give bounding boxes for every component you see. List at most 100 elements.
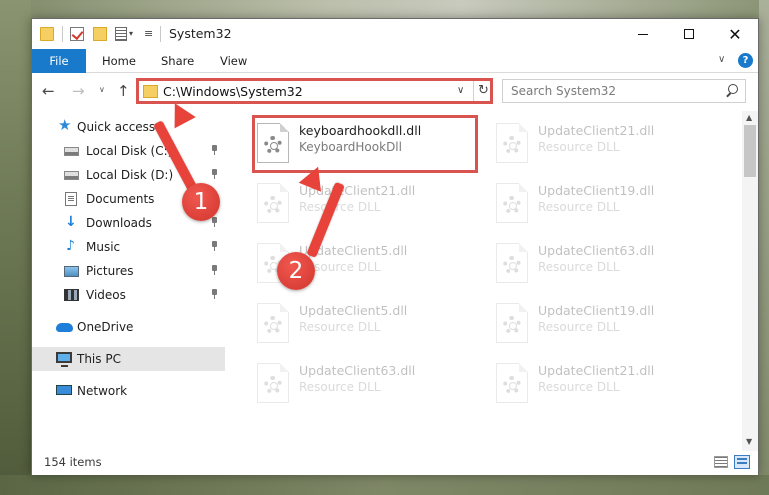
- sidebar-item-videos[interactable]: Videos: [32, 283, 225, 307]
- properties-check-icon[interactable]: [70, 27, 84, 41]
- close-button[interactable]: ✕: [712, 19, 758, 49]
- gear-icon: [503, 316, 521, 334]
- file-type: Resource DLL: [299, 320, 381, 334]
- dll-file-icon: [257, 183, 289, 223]
- file-type: Resource DLL: [538, 260, 620, 274]
- sidebar-item-this-pc[interactable]: This PC: [32, 347, 225, 371]
- sidebar-item-music[interactable]: ♪ Music: [32, 235, 225, 259]
- folder-icon: [143, 85, 158, 98]
- gear-icon: [503, 256, 521, 274]
- recent-locations-icon[interactable]: ∨: [99, 85, 105, 94]
- desktop-background-bottom: [0, 475, 769, 495]
- computer-icon: [56, 352, 72, 367]
- new-folder-icon[interactable]: [93, 27, 107, 41]
- sidebar-item-label: Downloads: [86, 216, 152, 230]
- forward-arrow-icon[interactable]: →: [72, 82, 85, 100]
- search-icon[interactable]: [725, 84, 739, 98]
- sidebar-item-pictures[interactable]: Pictures: [32, 259, 225, 283]
- documents-icon: [65, 192, 77, 206]
- music-icon: ♪: [66, 238, 75, 254]
- file-name: UpdateClient63.dll: [299, 363, 416, 378]
- large-icons-view-icon[interactable]: [734, 455, 750, 469]
- cloud-icon: [56, 323, 73, 332]
- file-name: UpdateClient5.dll: [299, 303, 408, 318]
- file-item[interactable]: UpdateClient19.dll Resource DLL: [492, 298, 722, 354]
- sidebar-item-local-disk-c[interactable]: Local Disk (C:): [32, 139, 225, 163]
- customize-toolbar-icon[interactable]: ≡: [144, 27, 153, 40]
- file-item[interactable]: UpdateClient5.dll Resource DLL: [253, 298, 483, 354]
- file-item[interactable]: UpdateClient21.dll Resource DLL: [253, 178, 483, 234]
- tab-home[interactable]: Home: [102, 54, 136, 68]
- address-bar[interactable]: C:\Windows\System32 ∨ ↻: [136, 78, 493, 104]
- scroll-down-icon[interactable]: ▼: [746, 437, 752, 446]
- address-dropdown-icon[interactable]: ∨: [457, 85, 464, 96]
- up-arrow-icon[interactable]: ↑: [117, 82, 130, 100]
- maximize-button[interactable]: [666, 19, 712, 49]
- tab-file[interactable]: File: [32, 49, 86, 73]
- ribbon: File Home Share View ∨ ?: [32, 49, 758, 73]
- sidebar-item-quick-access[interactable]: ★ Quick access: [32, 115, 225, 139]
- search-box[interactable]: [502, 79, 746, 103]
- dll-file-icon: [496, 183, 528, 223]
- status-bar: 154 items: [32, 451, 758, 475]
- scrollbar-thumb[interactable]: [744, 125, 756, 177]
- sidebar-item-network[interactable]: Network: [32, 379, 225, 403]
- gear-icon: [503, 196, 521, 214]
- scroll-up-icon[interactable]: ▲: [746, 113, 752, 122]
- pin-icon: [211, 217, 219, 227]
- file-explorer-window: ▾ ≡ System32 ✕ File Home Share View ∨ ? …: [31, 18, 759, 475]
- gear-icon: [264, 316, 282, 334]
- toolbar-divider: [160, 26, 161, 42]
- sidebar-item-label: Quick access: [77, 120, 156, 134]
- gear-icon: [503, 376, 521, 394]
- dll-file-icon: [496, 243, 528, 283]
- file-type: Resource DLL: [538, 200, 620, 214]
- sidebar-item-label: Local Disk (D:): [86, 168, 174, 182]
- file-type: Resource DLL: [538, 140, 620, 154]
- dll-file-icon: [257, 303, 289, 343]
- download-icon: ↓: [65, 214, 77, 230]
- item-count: 154 items: [44, 455, 102, 469]
- help-icon[interactable]: ?: [738, 53, 753, 68]
- pin-icon: [211, 169, 219, 179]
- window-title: System32: [169, 26, 232, 41]
- sidebar-item-label: Documents: [86, 192, 155, 206]
- title-bar: ▾ ≡ System32 ✕: [32, 19, 758, 49]
- desktop-background-right: [759, 0, 769, 495]
- file-item[interactable]: UpdateClient63.dll Resource DLL: [253, 358, 483, 414]
- file-item[interactable]: UpdateClient63.dll Resource DLL: [492, 238, 722, 294]
- tab-share[interactable]: Share: [161, 54, 194, 68]
- pictures-icon: [64, 266, 79, 277]
- toolbar-divider: [62, 26, 63, 42]
- file-type: Resource DLL: [538, 380, 620, 394]
- file-item[interactable]: UpdateClient19.dll Resource DLL: [492, 178, 722, 234]
- sidebar-item-label: Pictures: [86, 264, 134, 278]
- sidebar-item-label: Local Disk (C:): [86, 144, 173, 158]
- disk-icon: [64, 171, 79, 180]
- chevron-down-icon[interactable]: ▾: [129, 29, 133, 38]
- sidebar-item-onedrive[interactable]: OneDrive: [32, 315, 225, 339]
- dll-file-icon: [496, 123, 528, 163]
- rename-icon[interactable]: [115, 27, 127, 41]
- sidebar-item-label: Network: [77, 384, 128, 398]
- dll-file-icon: [496, 303, 528, 343]
- file-type: Resource DLL: [538, 320, 620, 334]
- vertical-scrollbar[interactable]: ▲ ▼: [742, 111, 758, 451]
- back-arrow-icon[interactable]: ←: [42, 82, 55, 100]
- details-view-icon[interactable]: [714, 456, 728, 468]
- refresh-icon[interactable]: ↻: [473, 81, 493, 101]
- minimize-button[interactable]: [620, 19, 666, 49]
- address-path[interactable]: C:\Windows\System32: [163, 84, 303, 99]
- tab-view[interactable]: View: [220, 54, 247, 68]
- file-name: UpdateClient63.dll: [538, 243, 655, 258]
- star-icon: ★: [58, 116, 72, 134]
- gear-icon: [264, 376, 282, 394]
- file-item[interactable]: UpdateClient21.dll Resource DLL: [492, 358, 722, 414]
- annotation-step-2-badge: 2: [277, 252, 315, 290]
- pin-icon: [211, 145, 219, 155]
- expand-ribbon-icon[interactable]: ∨: [718, 54, 725, 65]
- pin-icon: [211, 241, 219, 251]
- file-name: UpdateClient19.dll: [538, 303, 655, 318]
- file-item[interactable]: UpdateClient21.dll Resource DLL: [492, 118, 722, 174]
- search-input[interactable]: [503, 80, 718, 102]
